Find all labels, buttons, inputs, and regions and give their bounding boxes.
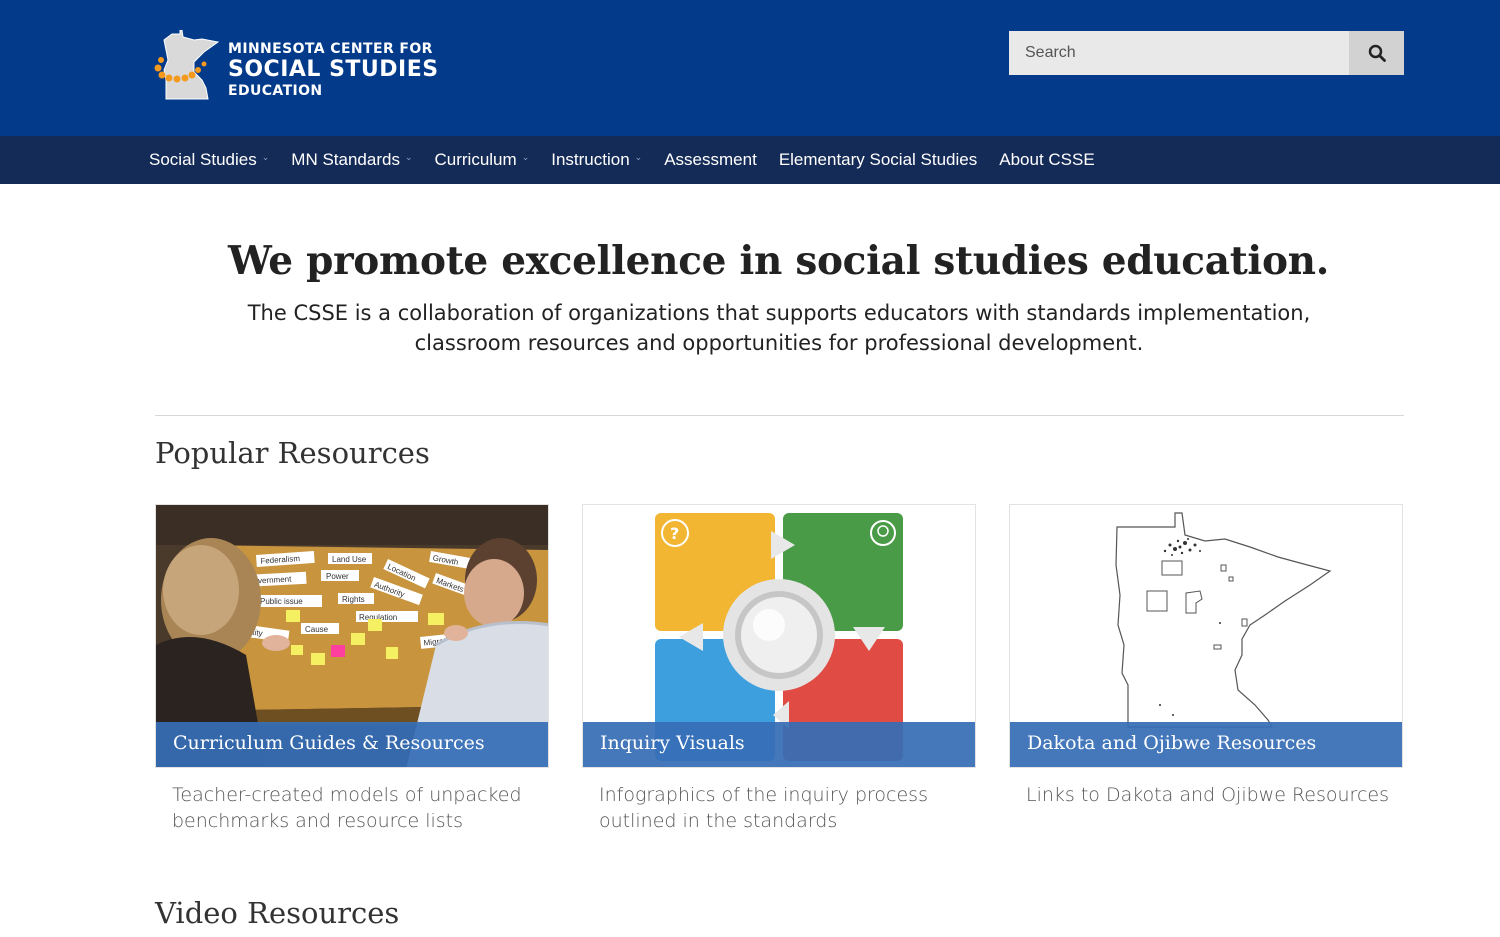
word-card-text: Land Use [332, 555, 367, 564]
section-divider [155, 415, 1404, 416]
nav-label: Instruction [551, 150, 630, 169]
logo-line-2: SOCIAL STUDIES [228, 57, 439, 82]
site-header: MINNESOTA CENTER FOR SOCIAL STUDIES EDUC… [0, 0, 1500, 136]
card-title: Curriculum Guides & Resources [156, 722, 548, 767]
nav-label: Social Studies [149, 150, 257, 169]
chevron-down-icon: ⌄ [634, 151, 643, 162]
card-image-link[interactable]: Dakota and Ojibwe Resources [1009, 504, 1403, 768]
nav-item-curriculum[interactable]: Curriculum ⌄ [435, 150, 530, 170]
resource-card-inquiry: ? Inquiry Visuals Infographics of the in… [582, 504, 976, 834]
nav-item-mn-standards[interactable]: MN Standards ⌄ [291, 150, 412, 170]
search-input[interactable] [1009, 31, 1349, 75]
card-description: Infographics of the inquiry process outl… [599, 784, 928, 832]
word-card-text: Cause [305, 625, 329, 634]
search-form [1009, 31, 1404, 75]
resource-card-dakota-ojibwe: Dakota and Ojibwe Resources Links to Dak… [1009, 504, 1403, 808]
card-title: Dakota and Ojibwe Resources [1010, 722, 1402, 767]
nav-label: Curriculum [434, 150, 517, 169]
nav-label: Elementary Social Studies [778, 150, 978, 169]
hero-subtitle: The CSSE is a collaboration of organizat… [247, 301, 1311, 355]
card-title: Inquiry Visuals [583, 722, 975, 767]
nav-item-assessment[interactable]: Assessment [664, 150, 757, 170]
minnesota-map-logo-icon [154, 30, 220, 100]
search-button[interactable] [1349, 31, 1404, 75]
nav-item-about-csse[interactable]: About CSSE [999, 150, 1094, 170]
card-description: Teacher-created models of unpacked bench… [172, 784, 522, 832]
chevron-down-icon: ⌄ [404, 151, 413, 162]
chevron-down-icon: ⌄ [261, 151, 270, 162]
chevron-down-icon: ⌄ [521, 151, 530, 162]
search-icon [1368, 44, 1386, 62]
nav-label: Assessment [664, 150, 757, 169]
word-card-text: Power [326, 572, 349, 581]
resource-card-curriculum: Federalism Land Use Growth Government Po… [155, 504, 549, 834]
hero-title: We promote excellence in social studies … [227, 238, 1329, 284]
word-card-text: Public issue [260, 597, 303, 606]
logo-line-1: MINNESOTA CENTER FOR [228, 41, 433, 57]
popular-resources-heading: Popular Resources [155, 436, 430, 470]
video-resources-heading: Video Resources [155, 896, 400, 930]
card-description: Links to Dakota and Ojibwe Resources [1026, 784, 1389, 806]
nav-item-instruction[interactable]: Instruction ⌄ [551, 150, 642, 170]
card-image-link[interactable]: ? Inquiry Visuals [582, 504, 976, 768]
logo-line-3: EDUCATION [228, 83, 323, 99]
svg-text:?: ? [670, 524, 679, 543]
main-nav: Social Studies ⌄ MN Standards ⌄ Curriculum… [0, 136, 1500, 184]
word-card-text: Rights [342, 595, 365, 604]
site-logo[interactable]: MINNESOTA CENTER FOR SOCIAL STUDIES EDUC… [154, 30, 444, 102]
card-image-link[interactable]: Federalism Land Use Growth Government Po… [155, 504, 549, 768]
nav-item-social-studies[interactable]: Social Studies ⌄ [149, 150, 269, 170]
logo-text: MINNESOTA CENTER FOR SOCIAL STUDIES EDUC… [228, 42, 439, 98]
nav-item-elementary-social-studies[interactable]: Elementary Social Studies [779, 150, 977, 170]
nav-label: About CSSE [999, 150, 1095, 169]
nav-label: MN Standards [291, 150, 400, 169]
